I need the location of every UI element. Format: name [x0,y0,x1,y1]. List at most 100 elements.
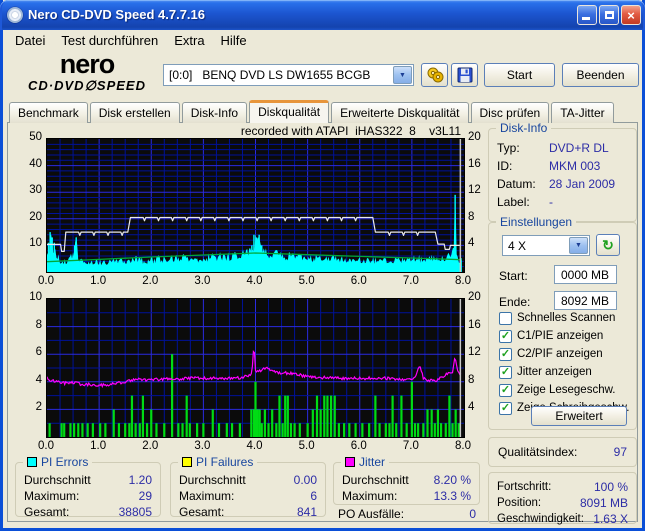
stat-label: Durchschnitt [342,472,409,487]
axis-tick-label: 7.0 [402,440,419,452]
maximize-button[interactable] [599,5,619,25]
axis-tick-label: 4 [35,373,42,386]
checkbox-box[interactable]: ✓ [499,329,512,343]
checkbox-lesegeschw[interactable]: ✓ Zeige Lesegeschw. [499,383,615,397]
stat-label: Maximum: [179,488,235,503]
close-button[interactable]: × [621,5,641,25]
disk-info-row: Label: - [497,195,628,209]
stat-label: Gesamt: [179,504,225,519]
chart-recording-info: recorded with ATAPI iHAS322 8 v3L11 [240,124,461,138]
tab-disk-info[interactable]: Disk-Info [181,102,248,123]
check-icon: ✓ [500,329,511,342]
save-button[interactable] [451,63,478,87]
checkbox-label: Schnelles Scannen [517,312,616,324]
axis-tick-label: 6.0 [350,275,367,287]
checkbox-box[interactable]: ✓ [499,311,512,325]
stat-row: Gesamt: 841 [179,504,317,519]
stat-row: Maximum: 6 [179,488,317,503]
axis-tick-label: 10 [29,291,42,303]
stat-label: Durchschnitt [179,472,246,487]
quality-index-panel: Qualitätsindex: 97 [488,437,637,467]
disk-info-row: Typ: DVD+R DL [497,141,628,155]
start-button[interactable]: Start [484,63,555,87]
disk-info-label: ID: [497,159,513,173]
advanced-button[interactable]: Erweitert [531,406,627,426]
axis-tick-label: 4.0 [246,275,263,287]
pi-errors-chart [46,138,465,273]
cd-app-icon [7,7,23,23]
settings-panel: Einstellungen 4 X ▼ ↻ Start: 0000 MB End… [488,215,637,430]
chevron-down-icon[interactable]: ▼ [393,66,412,84]
axis-tick-label: 1.0 [90,275,107,287]
checkbox-box[interactable]: ✓ [499,347,512,361]
stat-label: Gesamt: [24,504,70,519]
progress-label: Geschwindigkeit: [497,512,584,525]
axis-tick-label: 8.0 [455,275,471,287]
checkbox-label: Zeige Lesegeschw. [517,384,616,396]
pi-errors-panel: PI Errors Durchschnitt 1.20 Maximum: 29 Ge… [15,455,161,519]
checkbox-box[interactable]: ✓ [499,401,512,415]
progress-value: 8091 MB [579,495,628,510]
axis-tick-label: 3.0 [194,440,211,452]
stat-row: Durchschnitt 0.00 [179,472,317,487]
po-failures-label: PO Ausfälle: [338,507,405,521]
axis-tick-label: 20 [468,291,481,303]
disk-info-row: ID: MKM 003 [497,159,628,173]
settings-caption: Einstellungen [496,215,577,229]
po-failures-row: PO Ausfälle: 0 [338,507,476,521]
checkbox-box[interactable]: ✓ [499,383,512,397]
stat-row: Durchschnitt 1.20 [24,472,152,487]
checkbox-box[interactable]: ✓ [499,365,512,379]
menu-datei[interactable]: Datei [7,31,53,50]
tab-benchmark[interactable]: Benchmark [9,102,88,123]
refresh-button[interactable]: ↻ [596,234,620,256]
stat-value: 0.00 [293,472,317,487]
tab-disk-erstellen[interactable]: Disk erstellen [89,102,180,123]
start-position-field[interactable]: 0000 MB [554,265,617,284]
tab-ta-jitter[interactable]: TA-Jitter [551,102,614,123]
quality-index-value: 97 [613,445,627,459]
disk-info-value: DVD+R DL [549,141,609,155]
disk-info-caption: Disk-Info [496,121,552,135]
drive-select[interactable]: [0:0] BENQ DVD LS DW1655 BCGB ▼ [163,64,414,86]
disk-info-label: Datum: [497,177,536,191]
end-position-field[interactable]: 8092 MB [554,291,617,310]
checkbox-c2-pif[interactable]: ✓ C2/PIF anzeigen [499,347,603,361]
stat-value: 29 [138,488,152,503]
tab-erweiterte-diskqualitaet[interactable]: Erweiterte Diskqualität [331,102,469,123]
title-bar: Nero CD-DVD Speed 4.7.7.16 × [0,0,645,30]
scan-speed-select[interactable]: 4 X ▼ [502,235,590,256]
checkbox-schnelles-scannen[interactable]: ✓ Schnelles Scannen [499,311,615,325]
axis-tick-label: 2 [35,401,42,414]
check-icon: ✓ [500,365,511,378]
tab-diskqualitaet[interactable]: Diskqualität [249,100,330,123]
menu-hilfe[interactable]: Hilfe [213,31,255,50]
axis-tick-label: 16 [468,157,481,170]
close-icon: × [627,7,635,23]
eject-disc-button[interactable] [421,63,448,87]
menu-test-durchfuehren[interactable]: Test durchführen [53,31,166,50]
stat-value: 38805 [118,504,152,519]
progress-value: 1.63 X [593,511,628,526]
axis-tick-label: 12 [468,184,481,197]
axis-tick-label: 6.0 [350,440,367,452]
tab-disc-pruefen[interactable]: Disc prüfen [470,102,550,123]
checkbox-jitter[interactable]: ✓ Jitter anzeigen [499,365,592,379]
chevron-down-icon[interactable]: ▼ [569,237,588,254]
axis-tick-label: 7.0 [402,275,419,287]
tab-strip: Benchmark Disk erstellen Disk-Info Diskq… [9,100,616,123]
quit-button[interactable]: Beenden [562,63,639,87]
progress-panel: Fortschritt: 100 % Position: 8091 MB Gesch… [488,472,637,526]
stat-row: Maximum: 29 [24,488,152,503]
axis-tick-label: 5.0 [298,275,315,287]
axis-tick-label: 20 [468,131,481,143]
menu-extra[interactable]: Extra [166,31,212,50]
checkbox-c1-pie[interactable]: ✓ C1/PIE anzeigen [499,329,603,343]
check-icon: ✓ [500,401,511,414]
axis-tick-label: 2.0 [142,275,159,287]
quality-index-label: Qualitätsindex: [498,445,578,459]
progress-label: Fortschritt: [497,480,552,493]
axis-tick-label: 3.0 [194,275,211,287]
nero-logo-text: nero [59,49,116,79]
minimize-button[interactable] [577,5,597,25]
